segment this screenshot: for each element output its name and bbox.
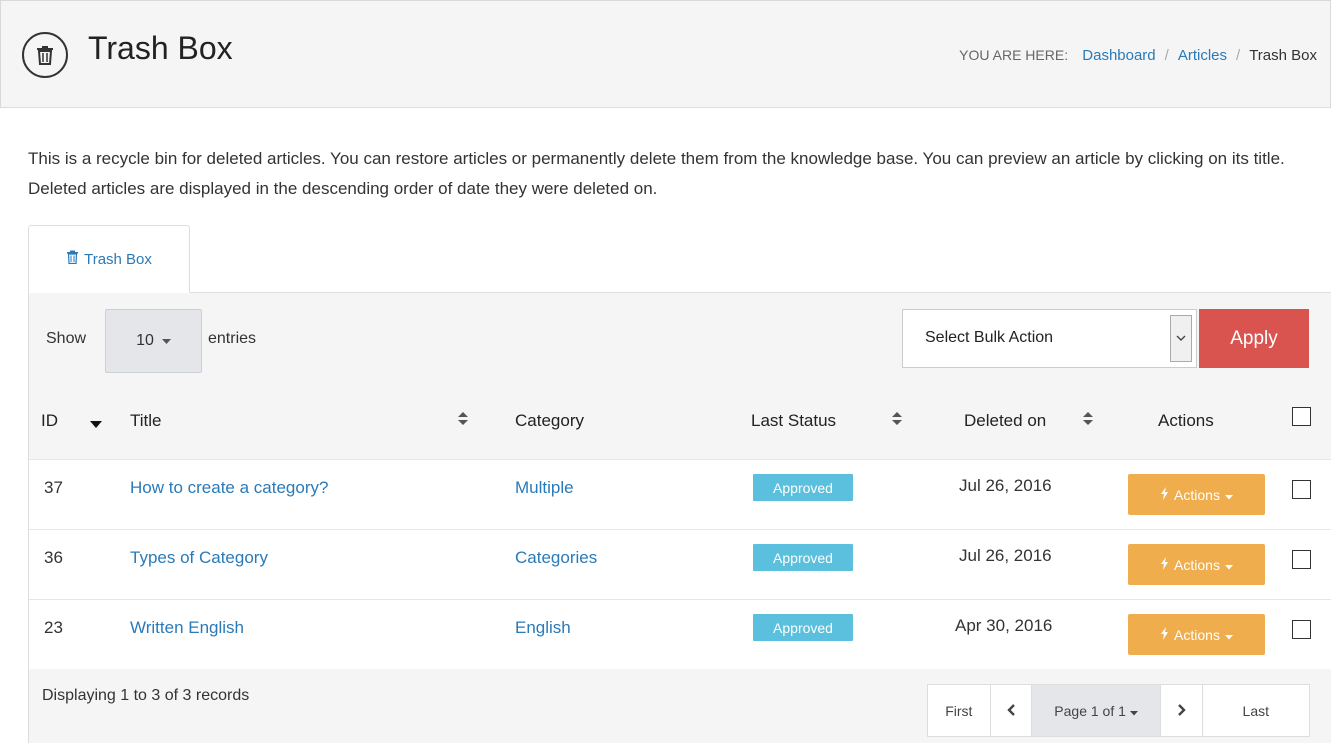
pagination-page-select[interactable]: Page 1 of 1 — [1032, 685, 1161, 736]
bolt-icon — [1160, 556, 1169, 573]
pagination-last[interactable]: Last — [1203, 685, 1309, 736]
breadcrumb-separator: / — [1236, 47, 1241, 64]
column-header-deleted-on[interactable]: Deleted on — [964, 411, 1046, 431]
status-badge: Approved — [753, 474, 853, 501]
chevron-down-icon — [1170, 315, 1192, 362]
row-title-link[interactable]: How to create a category? — [130, 478, 328, 498]
bolt-icon — [1160, 626, 1169, 643]
caret-down-icon — [161, 332, 171, 350]
pagination-first[interactable]: First — [928, 685, 991, 736]
page-title: Trash Box — [88, 30, 233, 66]
row-id: 36 — [44, 548, 63, 567]
row-actions-button[interactable]: Actions — [1128, 474, 1265, 515]
breadcrumb-dashboard-link[interactable]: Dashboard — [1082, 47, 1155, 64]
row-id: 23 — [44, 618, 63, 637]
page-indicator: Page 1 of 1 — [1054, 702, 1126, 719]
column-header-id[interactable]: ID — [41, 411, 58, 431]
row-category-link[interactable]: Multiple — [515, 478, 574, 498]
row-deleted-on: Jul 26, 2016 — [959, 476, 1052, 495]
row-checkbox[interactable] — [1292, 480, 1311, 499]
apply-button[interactable]: Apply — [1199, 309, 1309, 368]
status-badge: Approved — [753, 614, 853, 641]
breadcrumb-current: Trash Box — [1249, 47, 1317, 64]
row-checkbox[interactable] — [1292, 550, 1311, 569]
breadcrumb: YOU ARE HERE: Dashboard / Articles / Trash B… — [959, 47, 1317, 64]
row-actions-button[interactable]: Actions — [1128, 544, 1265, 585]
column-header-actions: Actions — [1158, 411, 1214, 430]
records-info: Displaying 1 to 3 of 3 records — [42, 687, 250, 704]
status-badge: Approved — [753, 544, 853, 571]
row-category-link[interactable]: English — [515, 618, 571, 638]
sort-desc-icon[interactable] — [90, 416, 102, 432]
actions-label: Actions — [1174, 486, 1220, 503]
caret-down-icon — [1129, 703, 1138, 719]
page-length-select[interactable]: 10 — [105, 309, 202, 373]
pagination-next[interactable] — [1161, 685, 1203, 736]
bolt-icon — [1160, 486, 1169, 503]
caret-down-icon — [1224, 627, 1233, 643]
actions-label: Actions — [1174, 626, 1220, 643]
tab-trash-box[interactable]: Trash Box — [28, 225, 190, 293]
column-header-category[interactable]: Category — [515, 411, 584, 431]
row-category-link[interactable]: Categories — [515, 548, 597, 568]
tab-label: Trash Box — [84, 250, 152, 268]
select-all-checkbox[interactable] — [1292, 407, 1311, 426]
row-checkbox[interactable] — [1292, 620, 1311, 639]
sort-icon[interactable] — [457, 411, 469, 427]
trash-icon — [66, 250, 79, 268]
caret-down-icon — [1224, 487, 1233, 503]
breadcrumb-separator: / — [1164, 47, 1169, 64]
row-title-link[interactable]: Types of Category — [130, 548, 268, 568]
chevron-left-icon — [1006, 703, 1016, 719]
breadcrumb-articles-link[interactable]: Articles — [1178, 47, 1227, 64]
breadcrumb-label: YOU ARE HERE: — [959, 47, 1069, 63]
pagination: First Page 1 of 1 Last — [927, 684, 1310, 737]
show-label: Show — [46, 330, 87, 347]
chevron-right-icon — [1177, 703, 1186, 719]
row-actions-button[interactable]: Actions — [1128, 614, 1265, 655]
sort-icon[interactable] — [891, 411, 903, 427]
row-id: 37 — [44, 478, 63, 497]
page-length-value: 10 — [136, 332, 154, 349]
bulk-action-select[interactable]: Select Bulk Action — [902, 309, 1197, 368]
caret-down-icon — [1224, 557, 1233, 573]
actions-label: Actions — [1174, 556, 1220, 573]
row-deleted-on: Apr 30, 2016 — [955, 616, 1053, 635]
pagination-prev[interactable] — [991, 685, 1033, 736]
row-title-link[interactable]: Written English — [130, 618, 244, 638]
row-deleted-on: Jul 26, 2016 — [959, 546, 1052, 565]
column-header-title[interactable]: Title — [130, 411, 162, 431]
column-header-last-status[interactable]: Last Status — [751, 411, 836, 431]
entries-label: entries — [208, 330, 257, 347]
bulk-action-value: Select Bulk Action — [925, 329, 1054, 346]
page-description: This is a recycle bin for deleted articl… — [28, 149, 1285, 198]
trash-icon — [22, 32, 68, 78]
sort-icon[interactable] — [1082, 411, 1094, 427]
